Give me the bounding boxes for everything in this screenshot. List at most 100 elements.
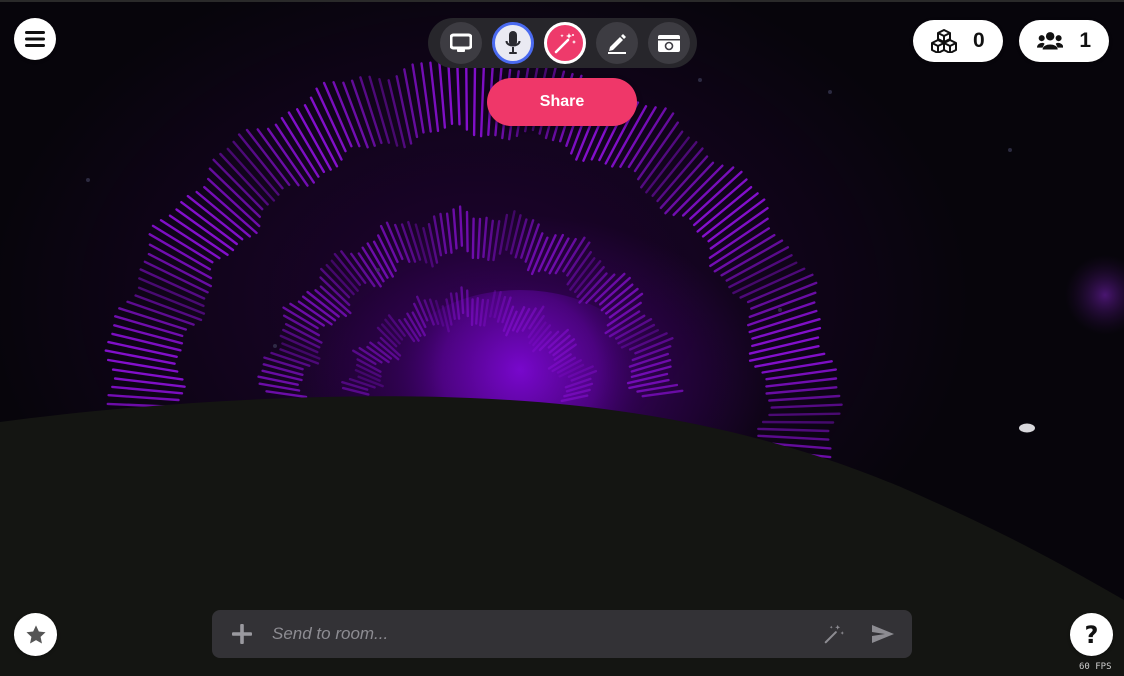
star-dot: [376, 268, 380, 272]
media-toolbar: [428, 18, 697, 68]
visualizer-stroke: [479, 66, 485, 138]
hamburger-icon: [25, 31, 45, 47]
visualizer-stroke: [633, 112, 675, 173]
visualizer-stroke: [280, 116, 320, 178]
visualizer-stroke: [400, 223, 417, 263]
visualizer-stroke: [768, 394, 841, 402]
visualizer-stroke: [113, 324, 184, 345]
help-button[interactable]: ?: [1070, 613, 1113, 656]
star-dot: [828, 90, 832, 94]
visualizer-stroke: [761, 420, 835, 424]
camera-button[interactable]: [648, 22, 690, 64]
top-border: [0, 0, 1124, 2]
objects-counter[interactable]: 0: [913, 20, 1003, 62]
visualizer-stroke: [482, 216, 488, 259]
visualizer-stroke: [113, 377, 186, 388]
effects-button[interactable]: [544, 22, 586, 64]
visualizer-stroke: [143, 260, 209, 294]
visualizer-stroke: [296, 108, 332, 171]
members-counter[interactable]: 1: [1019, 20, 1109, 62]
visualizer-stroke: [757, 434, 830, 441]
send-icon: [872, 625, 894, 643]
visualizer-stroke: [439, 212, 448, 255]
star-icon: [25, 624, 46, 644]
objects-count: 0: [973, 29, 985, 52]
visualizer-stroke: [429, 61, 440, 133]
fps-counter: 60 FPS: [1079, 662, 1112, 672]
visualizer-stroke: [460, 286, 465, 315]
visualizer-stroke: [303, 104, 339, 168]
visualizer-stroke: [465, 210, 469, 253]
send-button[interactable]: [854, 610, 912, 658]
magic-wand-icon: [554, 33, 576, 54]
screen-share-button[interactable]: [440, 22, 482, 64]
visualizer-stroke: [720, 239, 784, 277]
star-dot: [273, 344, 277, 348]
draw-button[interactable]: [596, 22, 638, 64]
plus-icon: [232, 624, 252, 644]
visualizer-stroke: [111, 385, 184, 395]
visualizer-stroke: [728, 254, 793, 289]
visualizer-stroke: [748, 336, 820, 355]
distant-glow: [1065, 255, 1124, 335]
visualizer-stroke: [159, 219, 221, 260]
visualizer-stroke: [107, 394, 180, 402]
visualizer-stroke: [470, 298, 474, 327]
visualizer-stroke: [765, 377, 838, 388]
visualizer-stroke: [270, 351, 311, 367]
visualizer-stroke: [387, 79, 406, 149]
visualizer-stroke: [466, 289, 469, 318]
visualizer-stroke: [452, 208, 458, 250]
visualizer-stroke: [475, 297, 479, 325]
microphone-button[interactable]: [492, 22, 534, 64]
visualizer-stroke: [751, 326, 822, 348]
share-button[interactable]: Share: [487, 78, 637, 126]
star-dot: [1008, 148, 1012, 152]
star-dot: [778, 308, 782, 312]
visualizer-stroke: [465, 59, 469, 131]
visualizer-stroke: [765, 386, 838, 395]
visualizer-stroke: [476, 217, 482, 260]
visualizer-stroke: [768, 412, 841, 417]
visualizer-stroke: [627, 107, 667, 169]
visualizer-stroke: [520, 219, 535, 259]
add-button[interactable]: [212, 610, 272, 658]
visualizer-stroke: [147, 252, 213, 288]
visualizer-stroke: [395, 75, 413, 145]
help-label: ?: [1084, 620, 1099, 649]
visualizer-stroke: [492, 219, 501, 262]
visualizer-stroke: [748, 345, 820, 362]
visualizer-stroke: [458, 205, 464, 247]
visualizer-stroke: [263, 356, 304, 371]
visualizer-stroke: [757, 427, 830, 433]
visualizer-stroke: [148, 243, 213, 280]
visualizer-stroke: [437, 58, 447, 129]
visualizer-stroke: [107, 340, 178, 358]
chat-input[interactable]: [272, 614, 814, 654]
visualizer-stroke: [445, 212, 453, 254]
visualizer-stroke: [151, 224, 214, 264]
visualizer-stroke: [471, 217, 475, 260]
chat-effects-button[interactable]: [814, 610, 854, 658]
cubes-icon: [931, 29, 957, 53]
visualizer-stroke: [524, 223, 540, 263]
visualizer-stroke: [472, 65, 477, 137]
microphone-icon: [505, 31, 521, 54]
favorite-button[interactable]: [14, 613, 57, 656]
visualizer-stroke: [725, 246, 790, 282]
users-icon: [1037, 32, 1064, 50]
visualizer-stroke: [287, 111, 326, 174]
magic-wand-icon: [824, 624, 844, 644]
screen-share-icon: [450, 33, 472, 52]
visualizer-stroke: [111, 332, 182, 352]
visualizer-stroke: [148, 233, 212, 271]
camera-icon: [658, 35, 680, 52]
visualizer-stroke: [378, 77, 399, 147]
pen-icon: [608, 34, 626, 54]
visualizer-stroke: [487, 219, 494, 261]
menu-button[interactable]: [14, 18, 56, 60]
chat-bar: [212, 610, 912, 658]
visualizer-stroke: [407, 220, 422, 261]
members-count: 1: [1079, 29, 1091, 52]
star-dot: [86, 178, 90, 182]
